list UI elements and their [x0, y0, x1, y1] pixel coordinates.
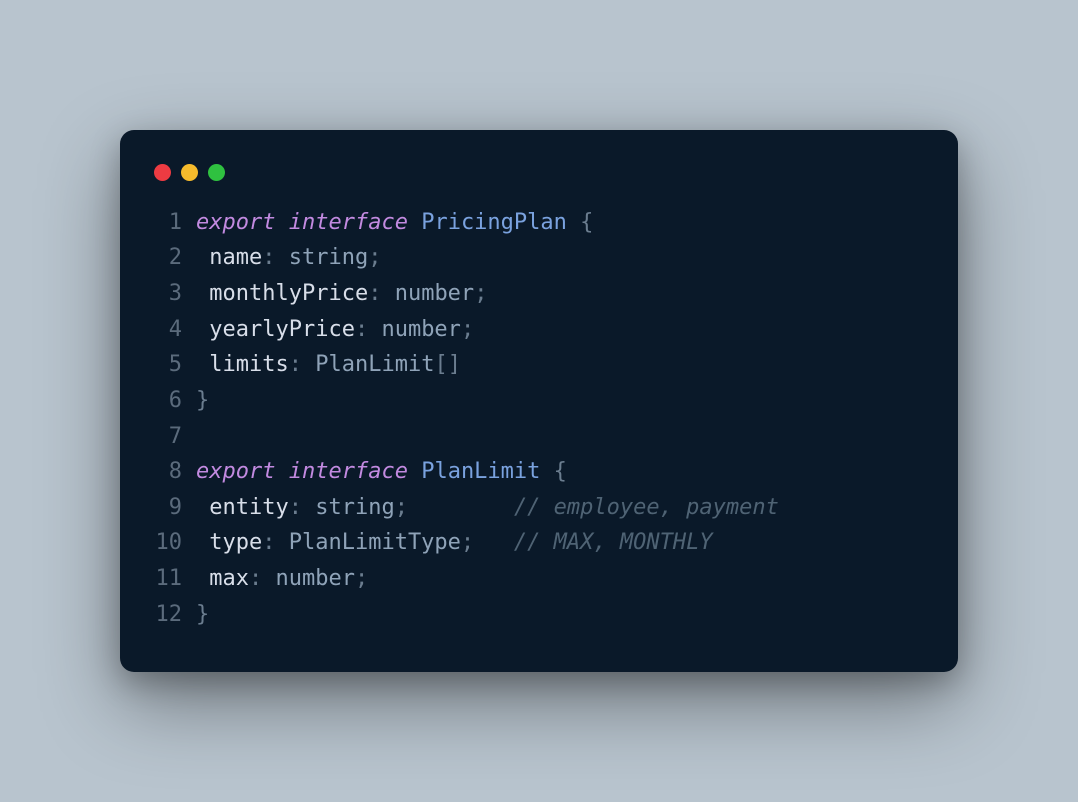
code-token: max: [209, 566, 249, 591]
code-token: [474, 530, 514, 555]
code-line: 8export interface PlanLimit {: [152, 454, 926, 490]
code-line: 4 yearlyPrice: number;: [152, 312, 926, 348]
line-number: 9: [152, 490, 196, 526]
code-token: [196, 317, 209, 342]
code-token: entity: [209, 495, 288, 520]
code-token: limits: [209, 352, 288, 377]
line-content: entity: string; // employee, payment: [196, 490, 926, 526]
code-token: PricingPlan: [421, 210, 567, 235]
code-token: yearlyPrice: [209, 317, 355, 342]
code-token: number: [276, 566, 355, 591]
line-content: limits: PlanLimit[]: [196, 347, 926, 383]
code-line: 5 limits: PlanLimit[]: [152, 347, 926, 383]
code-line: 6}: [152, 383, 926, 419]
line-content: export interface PricingPlan {: [196, 205, 926, 241]
line-number: 4: [152, 312, 196, 348]
code-line: 1export interface PricingPlan {: [152, 205, 926, 241]
code-token: :: [289, 495, 316, 520]
code-token: ;: [461, 317, 474, 342]
code-token: // employee, payment: [514, 495, 779, 520]
code-window: 1export interface PricingPlan {2 name: s…: [120, 130, 958, 673]
line-number: 8: [152, 454, 196, 490]
code-token: interface: [289, 459, 408, 484]
code-token: interface: [289, 210, 408, 235]
code-token: export: [196, 459, 275, 484]
code-line: 2 name: string;: [152, 240, 926, 276]
code-token: string: [315, 495, 394, 520]
line-number: 12: [152, 597, 196, 633]
code-token: string: [289, 245, 368, 270]
line-content: monthlyPrice: number;: [196, 276, 926, 312]
code-token: :: [249, 566, 276, 591]
code-token: ;: [461, 530, 474, 555]
code-line: 7: [152, 419, 926, 455]
line-number: 1: [152, 205, 196, 241]
code-token: ;: [474, 281, 487, 306]
zoom-icon[interactable]: [208, 164, 225, 181]
line-number: 10: [152, 525, 196, 561]
code-token: [275, 459, 288, 484]
code-token: [275, 210, 288, 235]
code-token: {: [540, 459, 567, 484]
code-token: [196, 352, 209, 377]
code-line: 11 max: number;: [152, 561, 926, 597]
code-token: [196, 245, 209, 270]
code-token: [408, 459, 421, 484]
code-token: :: [289, 352, 316, 377]
code-token: :: [262, 530, 289, 555]
line-content: export interface PlanLimit {: [196, 454, 926, 490]
line-number: 6: [152, 383, 196, 419]
line-content: [196, 419, 926, 455]
line-number: 2: [152, 240, 196, 276]
line-content: }: [196, 597, 926, 633]
code-token: :: [262, 245, 289, 270]
code-token: [408, 210, 421, 235]
code-token: [196, 495, 209, 520]
code-line: 10 type: PlanLimitType; // MAX, MONTHLY: [152, 525, 926, 561]
code-token: [196, 566, 209, 591]
code-token: [196, 281, 209, 306]
code-token: PlanLimit: [421, 459, 540, 484]
code-line: 12}: [152, 597, 926, 633]
line-content: name: string;: [196, 240, 926, 276]
line-number: 3: [152, 276, 196, 312]
code-token: [196, 530, 209, 555]
line-content: yearlyPrice: number;: [196, 312, 926, 348]
code-token: export: [196, 210, 275, 235]
code-token: monthlyPrice: [209, 281, 368, 306]
close-icon[interactable]: [154, 164, 171, 181]
line-number: 7: [152, 419, 196, 455]
line-number: 11: [152, 561, 196, 597]
code-token: // MAX, MONTHLY: [514, 530, 713, 555]
code-token: PlanLimit: [315, 352, 434, 377]
line-content: }: [196, 383, 926, 419]
code-token: }: [196, 388, 209, 413]
code-token: ;: [368, 245, 381, 270]
code-token: number: [381, 317, 460, 342]
code-token: {: [567, 210, 594, 235]
window-titlebar: [152, 158, 926, 205]
minimize-icon[interactable]: [181, 164, 198, 181]
code-token: [408, 495, 514, 520]
code-token: :: [355, 317, 382, 342]
code-token: ;: [355, 566, 368, 591]
line-content: max: number;: [196, 561, 926, 597]
code-token: PlanLimitType: [289, 530, 461, 555]
code-token: name: [209, 245, 262, 270]
code-token: number: [395, 281, 474, 306]
code-token: }: [196, 602, 209, 627]
code-token: :: [368, 281, 395, 306]
line-content: type: PlanLimitType; // MAX, MONTHLY: [196, 525, 926, 561]
code-line: 3 monthlyPrice: number;: [152, 276, 926, 312]
code-token: type: [209, 530, 262, 555]
line-number: 5: [152, 347, 196, 383]
code-token: ;: [395, 495, 408, 520]
code-line: 9 entity: string; // employee, payment: [152, 490, 926, 526]
code-token: []: [434, 352, 461, 377]
code-area: 1export interface PricingPlan {2 name: s…: [152, 205, 926, 633]
